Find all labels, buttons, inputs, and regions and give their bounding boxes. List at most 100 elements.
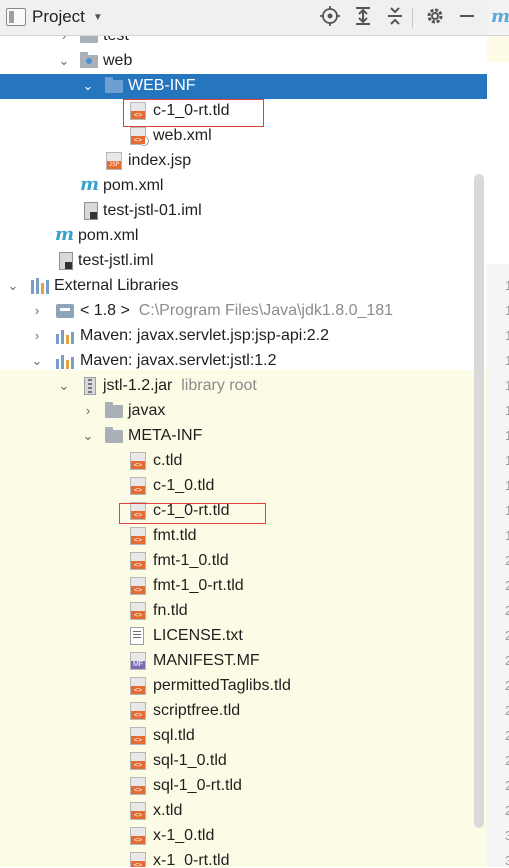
tree-node-jdk[interactable]: › < 1.8 > C:\Program Files\Java\jdk1.8.0… bbox=[0, 299, 487, 324]
tld-file-icon bbox=[130, 602, 146, 620]
tree-node-javax[interactable]: › javax bbox=[0, 399, 487, 424]
tree-node-label: External Libraries bbox=[54, 277, 179, 294]
line-number: 1 bbox=[505, 503, 509, 518]
scrollbar[interactable] bbox=[474, 174, 484, 828]
tree-node-meta-inf-file[interactable]: fn.tld bbox=[0, 599, 487, 624]
tree-node-label: MANIFEST.MF bbox=[153, 652, 260, 669]
line-number: 1 bbox=[505, 378, 509, 393]
tld-file-icon bbox=[130, 452, 146, 470]
tree-node-external-libraries[interactable]: ⌄ External Libraries bbox=[0, 274, 487, 299]
chevron-right-icon[interactable]: › bbox=[31, 329, 43, 343]
tree-node-label: x-1_0-rt.tld bbox=[153, 852, 230, 867]
tree-node-label: META-INF bbox=[128, 427, 203, 444]
tree-node-meta-inf-file[interactable]: fmt-1_0-rt.tld bbox=[0, 574, 487, 599]
module-file-icon bbox=[84, 202, 98, 220]
line-number: 1 bbox=[505, 328, 509, 343]
chevron-down-icon[interactable]: ⌄ bbox=[58, 54, 70, 68]
chevron-down-icon[interactable]: ⌄ bbox=[7, 279, 19, 293]
tree-node-meta-inf-file[interactable]: permittedTaglibs.tld bbox=[0, 674, 487, 699]
line-number: 2 bbox=[505, 703, 509, 718]
expand-all-icon[interactable] bbox=[352, 6, 374, 28]
tree-node-meta-inf-file[interactable]: LICENSE.txt bbox=[0, 624, 487, 649]
chevron-down-icon[interactable]: ▼ bbox=[93, 12, 103, 23]
chevron-down-icon[interactable]: ⌄ bbox=[31, 354, 43, 368]
hide-icon[interactable] bbox=[456, 6, 478, 28]
project-view-selector[interactable]: Project ▼ bbox=[6, 7, 103, 27]
collapse-all-icon[interactable] bbox=[384, 6, 406, 28]
chevron-right-icon[interactable]: › bbox=[31, 304, 43, 318]
tld-file-icon bbox=[130, 752, 146, 770]
locate-icon[interactable] bbox=[319, 6, 341, 28]
tree-node-web-xml[interactable]: web.xml bbox=[0, 124, 487, 149]
xml-file-icon bbox=[130, 127, 149, 146]
tree-node-maven-jstl[interactable]: ⌄ Maven: javax.servlet:jstl:1.2 bbox=[0, 349, 487, 374]
line-number: 1 bbox=[505, 303, 509, 318]
tree-node-meta-inf-file[interactable]: MANIFEST.MF bbox=[0, 649, 487, 674]
line-number: 1 bbox=[505, 428, 509, 443]
tree-node-index-jsp[interactable]: index.jsp bbox=[0, 149, 487, 174]
tree-node-maven-jsp-api[interactable]: › Maven: javax.servlet.jsp:jsp-api:2.2 bbox=[0, 324, 487, 349]
chevron-down-icon[interactable]: ⌄ bbox=[82, 79, 94, 93]
tld-file-icon bbox=[130, 777, 146, 795]
project-title: Project bbox=[32, 7, 85, 26]
tree-node-meta-inf[interactable]: ⌄ META-INF bbox=[0, 424, 487, 449]
tree-node-label: sql.tld bbox=[153, 727, 195, 744]
tree-node-label: c-1_0.tld bbox=[153, 477, 215, 494]
module-file-icon bbox=[59, 252, 73, 270]
tree-node-meta-inf-file[interactable]: sql.tld bbox=[0, 724, 487, 749]
editor-current-line bbox=[487, 36, 509, 62]
chevron-down-icon[interactable]: ⌄ bbox=[58, 379, 70, 393]
toolbar-separator bbox=[412, 8, 413, 28]
tree-node-jstl-jar[interactable]: ⌄ jstl-1.2.jar library root bbox=[0, 374, 487, 399]
tree-node-meta-inf-file[interactable]: x-1_0.tld bbox=[0, 824, 487, 849]
line-number-gutter: 1 1 1 1 1 1 1 1 1 1 1 2 2 2 2 2 2 2 2 2 2 2 3 3 bbox=[487, 264, 509, 868]
tree-node-label: fmt-1_0-rt.tld bbox=[153, 577, 244, 594]
chevron-down-icon[interactable]: ⌄ bbox=[82, 429, 94, 443]
line-number: 2 bbox=[505, 603, 509, 618]
chevron-right-icon[interactable]: › bbox=[58, 36, 70, 43]
web-folder-icon bbox=[80, 52, 98, 68]
tree-node-label: c.tld bbox=[153, 452, 183, 469]
project-tree: › test ⌄ web ⌄ WEB-INF c-1_0-rt.tld web.… bbox=[0, 36, 487, 867]
tld-file-icon bbox=[130, 852, 146, 867]
tree-node-meta-inf-file[interactable]: fmt-1_0.tld bbox=[0, 549, 487, 574]
tree-node-label: web bbox=[103, 52, 133, 69]
tree-node-meta-inf-file[interactable]: sql-1_0-rt.tld bbox=[0, 774, 487, 799]
tree-node-web-inf[interactable]: ⌄ WEB-INF bbox=[0, 74, 487, 99]
tree-node-meta-inf-file[interactable]: x.tld bbox=[0, 799, 487, 824]
tree-node-meta-inf-file[interactable]: x-1_0-rt.tld bbox=[0, 849, 487, 867]
chevron-right-icon[interactable]: › bbox=[82, 404, 94, 418]
line-number: 2 bbox=[505, 553, 509, 568]
jsp-file-icon bbox=[106, 152, 122, 170]
tree-node-label: x.tld bbox=[153, 802, 183, 819]
tree-node-meta-inf-file[interactable]: c-1_0.tld bbox=[0, 474, 487, 499]
libraries-icon bbox=[31, 278, 49, 294]
tree-node-pom-module[interactable]: m pom.xml bbox=[0, 174, 487, 199]
tree-node-label: web.xml bbox=[153, 127, 212, 144]
editor-tab[interactable]: m bbox=[487, 0, 509, 36]
tree-node-label: test bbox=[103, 36, 129, 46]
tree-node-meta-inf-file[interactable]: scriptfree.tld bbox=[0, 699, 487, 724]
tree-node-label: javax bbox=[128, 402, 166, 419]
tld-file-icon bbox=[130, 552, 146, 570]
line-number: 2 bbox=[505, 803, 509, 818]
gear-icon[interactable] bbox=[424, 6, 446, 28]
folder-icon bbox=[105, 427, 123, 443]
tree-node-meta-inf-file[interactable]: c.tld bbox=[0, 449, 487, 474]
jdk-path: C:\Program Files\Java\jdk1.8.0_181 bbox=[138, 302, 394, 319]
line-number: 2 bbox=[505, 678, 509, 693]
tree-node-iml-root[interactable]: test-jstl.iml bbox=[0, 249, 487, 274]
tree-node-meta-inf-file[interactable]: fmt.tld bbox=[0, 524, 487, 549]
tree-node-iml-module[interactable]: test-jstl-01.iml bbox=[0, 199, 487, 224]
line-number: 1 bbox=[505, 453, 509, 468]
tree-node-test[interactable]: › test bbox=[0, 36, 487, 49]
tree-node-label: LICENSE.txt bbox=[153, 627, 243, 644]
tree-node-label: sql-1_0-rt.tld bbox=[153, 777, 242, 794]
tree-node-pom-root[interactable]: m pom.xml bbox=[0, 224, 487, 249]
tree-node-web[interactable]: ⌄ web bbox=[0, 49, 487, 74]
tree-node-meta-inf-file[interactable]: sql-1_0.tld bbox=[0, 749, 487, 774]
folder-icon bbox=[80, 36, 98, 43]
maven-file-icon: m bbox=[491, 6, 509, 27]
tree-node-label: scriptfree.tld bbox=[153, 702, 241, 719]
annotation-box bbox=[119, 503, 266, 524]
